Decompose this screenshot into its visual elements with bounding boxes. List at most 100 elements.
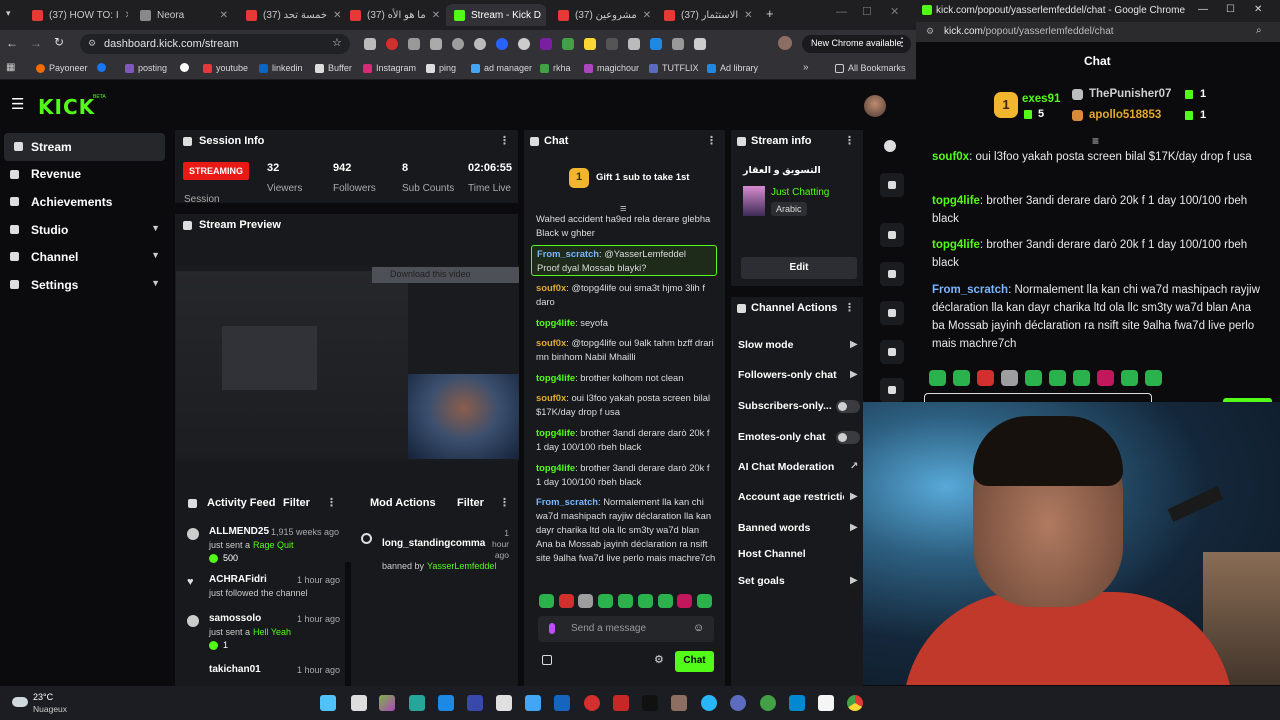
- close-tab-icon[interactable]: ✕: [744, 10, 752, 21]
- extension-icon[interactable]: [606, 38, 618, 50]
- puzzle-icon[interactable]: [694, 38, 706, 50]
- back-icon[interactable]: ←: [6, 36, 18, 50]
- emote-icon[interactable]: [1001, 370, 1018, 386]
- bookmark-buffer[interactable]: Buffer: [315, 63, 352, 73]
- bookmark-instagram[interactable]: Instagram: [363, 63, 416, 73]
- notion-icon[interactable]: [818, 695, 834, 711]
- category-link[interactable]: Just Chatting: [771, 187, 829, 198]
- microphone-icon[interactable]: [549, 623, 555, 634]
- site-info-icon[interactable]: ⚙: [88, 38, 96, 49]
- weather-temp[interactable]: 23°C: [33, 692, 53, 702]
- sidebar-item-studio[interactable]: Studio ▼: [0, 216, 170, 244]
- start-icon[interactable]: [320, 695, 336, 711]
- more-options-icon[interactable]: ⋮: [499, 134, 510, 147]
- app-icon[interactable]: [613, 695, 629, 711]
- reload-icon[interactable]: ↻: [54, 35, 64, 49]
- info-rail-icon[interactable]: [884, 140, 896, 152]
- bookmark-facebook[interactable]: [97, 63, 106, 72]
- more-options-icon[interactable]: ⋮: [499, 496, 510, 509]
- emote-icon[interactable]: [1073, 370, 1090, 386]
- close-window-icon[interactable]: ✕: [890, 5, 899, 18]
- maximize-icon[interactable]: ☐: [862, 5, 872, 18]
- whatsapp-icon[interactable]: [760, 695, 776, 711]
- pinned-drag-icon[interactable]: ≡: [1092, 134, 1099, 148]
- emote-icon[interactable]: [559, 594, 574, 608]
- hamburger-menu-icon[interactable]: ☰: [11, 95, 24, 113]
- extension-icon[interactable]: [650, 38, 662, 50]
- bookmark-tutflix[interactable]: TUTFLIX: [649, 63, 699, 73]
- emote-icon[interactable]: [658, 594, 673, 608]
- app-icon[interactable]: [409, 695, 425, 711]
- tab-1[interactable]: (37) HOW TO: I✕: [24, 4, 128, 26]
- close-tab-icon[interactable]: ✕: [125, 10, 128, 21]
- flash-rail-button[interactable]: [880, 262, 904, 286]
- close-tab-icon[interactable]: ✕: [220, 10, 228, 21]
- tab-2[interactable]: Neora ✕: [132, 4, 236, 26]
- tab-3[interactable]: (37) خمسة تحد ✕: [238, 4, 340, 26]
- emotes-only-toggle[interactable]: [836, 431, 860, 444]
- new-tab-icon[interactable]: +: [766, 6, 774, 21]
- close-tab-icon[interactable]: ✕: [643, 10, 651, 21]
- all-bookmarks-folder[interactable]: All Bookmarks: [835, 63, 906, 73]
- bookmark-star-icon[interactable]: ☆: [332, 36, 342, 49]
- opera-icon[interactable]: [584, 695, 600, 711]
- close-tab-icon[interactable]: ✕: [333, 10, 340, 21]
- broadcast-rail-button[interactable]: [880, 378, 904, 402]
- sidebar-item-settings[interactable]: Settings ▼: [0, 271, 170, 299]
- emote-icon[interactable]: [1025, 370, 1042, 386]
- app-icon[interactable]: [730, 695, 746, 711]
- mod-filter-button[interactable]: Filter: [457, 497, 484, 509]
- copilot-icon[interactable]: [379, 695, 395, 711]
- host-channel-row[interactable]: Host Channel: [738, 548, 806, 560]
- more-options-icon[interactable]: ⋮: [706, 134, 717, 147]
- bookmark-google[interactable]: [180, 63, 189, 72]
- emote-icon[interactable]: [638, 594, 653, 608]
- send-chat-button[interactable]: Chat: [675, 651, 714, 672]
- chat-settings-icon[interactable]: ⚙: [654, 653, 664, 666]
- subscribers-only-toggle[interactable]: [836, 400, 860, 413]
- emote-icon[interactable]: [977, 370, 994, 386]
- bookmark-rkha[interactable]: rkha: [540, 63, 571, 73]
- maximize-icon[interactable]: ☐: [1226, 4, 1235, 15]
- tab-kick-dashboard[interactable]: Stream - Kick D✕: [446, 4, 546, 26]
- chat-rail-button[interactable]: [880, 340, 904, 364]
- bookmark-ping[interactable]: ping: [426, 63, 456, 73]
- app-icon[interactable]: [671, 695, 687, 711]
- activity-filter-button[interactable]: Filter: [283, 497, 310, 509]
- bookmark-linkedin[interactable]: linkedin: [259, 63, 303, 73]
- close-tab-icon[interactable]: ✕: [432, 10, 440, 21]
- emote-icon[interactable]: [578, 594, 593, 608]
- sidebar-item-stream[interactable]: Stream: [4, 133, 165, 161]
- more-options-icon[interactable]: ⋮: [844, 134, 855, 147]
- url-field[interactable]: ⚙ dashboard.kick.com/stream: [80, 34, 350, 54]
- edit-stream-info-button[interactable]: Edit: [741, 257, 857, 279]
- sidebar-item-achievements[interactable]: Achievements: [0, 188, 170, 216]
- bookmark-youtube[interactable]: youtube: [203, 63, 248, 73]
- outlook-icon[interactable]: [554, 695, 570, 711]
- extension-icon[interactable]: [452, 38, 464, 50]
- chat-input[interactable]: Send a message ☺: [538, 616, 714, 642]
- tab-7[interactable]: (37) الاستثمار ✕: [656, 4, 760, 26]
- user-avatar[interactable]: [864, 95, 886, 117]
- app-icon[interactable]: [438, 695, 454, 711]
- minimize-icon[interactable]: —: [836, 6, 847, 18]
- gift-sub-banner[interactable]: 1 Gift 1 sub to take 1st: [569, 168, 719, 188]
- emote-icon[interactable]: [953, 370, 970, 386]
- bookmark-ad-library[interactable]: Ad library: [707, 63, 758, 73]
- chrome-icon[interactable]: [847, 695, 863, 711]
- emote-icon[interactable]: [539, 594, 554, 608]
- edit-rail-button[interactable]: [880, 173, 904, 197]
- bookmark-payoneer[interactable]: Payoneer: [36, 63, 88, 73]
- banned-words-row[interactable]: Banned words ▶: [738, 522, 858, 534]
- tab-6[interactable]: (37) مشروعين ✕: [550, 4, 652, 26]
- more-options-icon[interactable]: ⋮: [326, 496, 337, 509]
- extension-icon[interactable]: [364, 38, 376, 50]
- emoji-icon[interactable]: ☺: [693, 622, 704, 634]
- bookmark-posting[interactable]: posting: [125, 63, 167, 73]
- emote-icon[interactable]: [1097, 370, 1114, 386]
- telegram-icon[interactable]: [701, 695, 717, 711]
- stream-preview-video[interactable]: Download this video: [176, 266, 519, 461]
- tab-search-icon[interactable]: ▾: [6, 8, 11, 19]
- extension-icon[interactable]: [628, 38, 640, 50]
- followers-only-chat-row[interactable]: Followers-only chat ▶: [738, 369, 858, 381]
